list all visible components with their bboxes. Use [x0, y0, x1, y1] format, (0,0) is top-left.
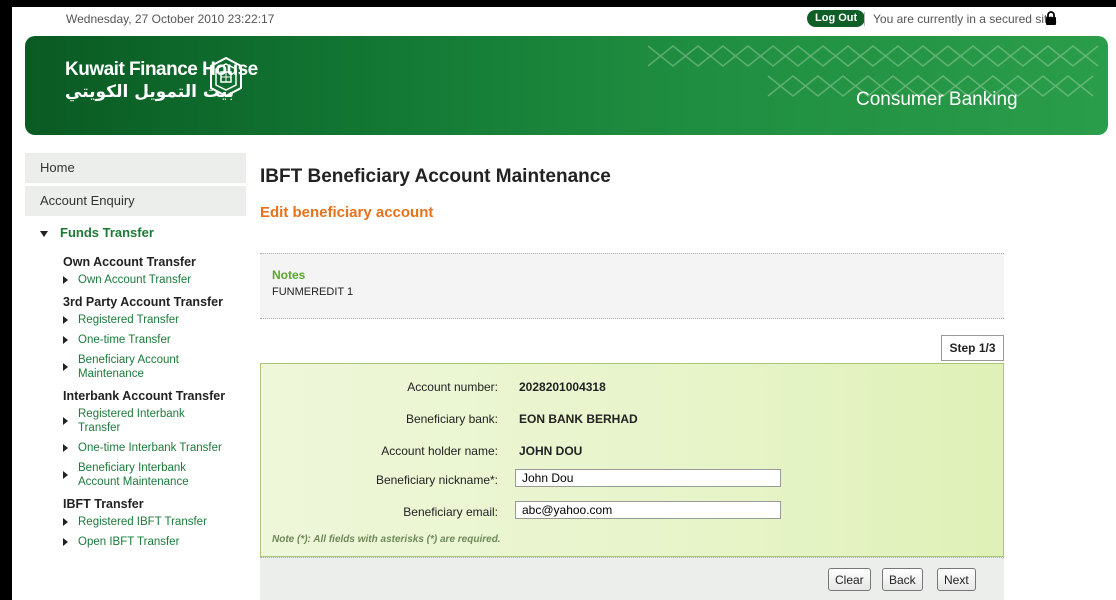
sidebar: Home Account Enquiry Funds Transfer Own … [25, 153, 246, 555]
beneficiary-form: Account number: 2028201004318 Beneficiar… [260, 363, 1004, 557]
form-row-account-holder: Account holder name: JOHN DOU [261, 439, 1005, 463]
arrow-right-icon [63, 363, 68, 371]
arrow-right-icon [63, 444, 68, 452]
arrow-right-icon [63, 518, 68, 526]
form-row-nickname: Beneficiary nickname*: [261, 468, 1005, 492]
required-fields-note: Note (*): All fields with asterisks (*) … [272, 534, 501, 545]
email-label: Beneficiary email: [403, 505, 498, 519]
arrow-right-icon [63, 417, 68, 425]
nav-link-registered-ibft-transfer[interactable]: Registered IBFT Transfer [63, 515, 246, 529]
email-input[interactable] [515, 501, 781, 519]
lock-icon [1046, 11, 1056, 25]
arrow-right-icon [63, 336, 68, 344]
nav-group-title: IBFT Transfer [63, 497, 144, 511]
arrow-right-icon [63, 276, 68, 284]
nav-funds-transfer[interactable]: Funds Transfer [25, 219, 246, 247]
step-indicator: Step 1/3 [941, 335, 1004, 361]
nav-link-beneficiary-interbank-account-maintenance[interactable]: Beneficiary Interbank Account Maintenanc… [63, 461, 213, 489]
next-button[interactable]: Next [937, 568, 976, 591]
form-row-beneficiary-bank: Beneficiary bank: EON BANK BERHAD [261, 407, 1005, 431]
nav-group-interbank: Interbank Account Transfer Registered In… [25, 389, 246, 489]
nickname-label: Beneficiary nickname*: [375, 473, 498, 487]
kfh-emblem-icon [210, 56, 242, 98]
nav-group-3rd-party: 3rd Party Account Transfer Registered Tr… [25, 295, 246, 381]
nav-link-registered-transfer[interactable]: Registered Transfer [63, 313, 246, 327]
section-title: Consumer Banking [856, 89, 1018, 110]
account-number-label: Account number: [407, 380, 498, 394]
account-holder-label: Account holder name: [381, 444, 498, 458]
expanded-triangle-icon [40, 230, 48, 237]
nav-home[interactable]: Home [25, 153, 246, 183]
notes-text: FUNMEREDIT 1 [272, 286, 354, 298]
nav-link-beneficiary-account-maintenance[interactable]: Beneficiary Account Maintenance [63, 353, 193, 381]
notes-panel: Notes FUNMEREDIT 1 [260, 253, 1004, 319]
form-row-account-number: Account number: 2028201004318 [261, 375, 1005, 399]
page: Wednesday, 27 October 2010 23:22:17 Log … [12, 7, 1116, 600]
page-title: IBFT Beneficiary Account Maintenance [260, 166, 611, 187]
nav-group-title: 3rd Party Account Transfer [63, 295, 224, 309]
account-holder-value: JOHN DOU [519, 444, 583, 458]
arrow-right-icon [63, 471, 68, 479]
nav-funds-transfer-label: Funds Transfer [60, 225, 154, 240]
banner-pattern [648, 45, 1099, 97]
notes-title: Notes [272, 268, 306, 282]
nickname-input[interactable] [515, 469, 781, 487]
nav-group-title: Interbank Account Transfer [63, 389, 226, 403]
nav-link-open-ibft-transfer[interactable]: Open IBFT Transfer [63, 535, 246, 549]
nav-link-one-time-interbank-transfer[interactable]: One-time Interbank Transfer [63, 441, 246, 455]
form-row-email: Beneficiary email: [261, 500, 1005, 524]
nav-group-own: Own Account Transfer Own Account Transfe… [25, 255, 246, 287]
back-button[interactable]: Back [882, 568, 923, 591]
action-bar: Clear Back Next [260, 557, 1004, 600]
logout-button[interactable]: Log Out [807, 10, 866, 27]
nav-link-registered-interbank-transfer[interactable]: Registered Interbank Transfer [63, 407, 193, 435]
account-number-value: 2028201004318 [519, 380, 606, 394]
clear-button[interactable]: Clear [828, 568, 871, 591]
header-banner: Kuwait Finance House بيت التمويل الكويتي… [25, 36, 1108, 135]
nav-link-one-time-transfer[interactable]: One-time Transfer [63, 333, 246, 347]
nav-group-ibft: IBFT Transfer Registered IBFT Transfer O… [25, 497, 246, 549]
beneficiary-bank-value: EON BANK BERHAD [519, 412, 638, 426]
page-subtitle: Edit beneficiary account [260, 204, 434, 221]
top-bar: Wednesday, 27 October 2010 23:22:17 Log … [12, 7, 1116, 29]
nav-link-own-account-transfer[interactable]: Own Account Transfer [63, 273, 246, 287]
arrow-right-icon [63, 538, 68, 546]
arrow-right-icon [63, 316, 68, 324]
secure-site-text: You are currently in a secured site. [864, 12, 1057, 26]
datetime: Wednesday, 27 October 2010 23:22:17 [66, 12, 275, 26]
beneficiary-bank-label: Beneficiary bank: [405, 412, 498, 426]
nav-account-enquiry[interactable]: Account Enquiry [25, 186, 246, 216]
nav-group-title: Own Account Transfer [63, 255, 196, 269]
